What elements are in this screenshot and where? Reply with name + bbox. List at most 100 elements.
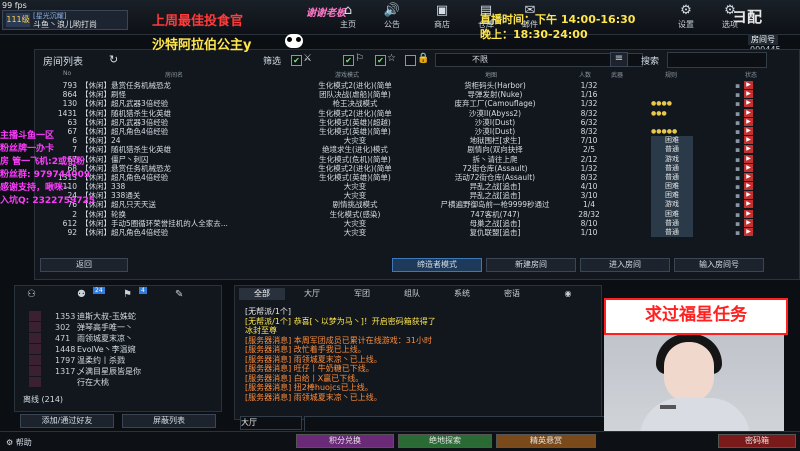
difficulty-badge: 困难 (651, 182, 693, 192)
chat-tab[interactable]: 系统 (439, 288, 485, 300)
room-play-icon[interactable]: ▶ (744, 228, 753, 236)
list-item[interactable]: 1353 迪斯大叔-玉姝蛇 (21, 311, 221, 322)
table-row[interactable]: 1431 【休闲】随机猎杀生化英雄 生化模式2(进化)(简单 沙漠II(Abyss2)… (45, 108, 799, 118)
chat-channel-select[interactable]: 大厅 (240, 416, 302, 430)
bottom-button[interactable]: 精英悬赏 (496, 434, 596, 448)
room-play-icon[interactable]: ▶ (744, 99, 753, 108)
room-play-icon[interactable]: ▶ (744, 172, 753, 181)
eye-icon[interactable]: ◉ (553, 288, 583, 300)
nav-label: 主页 (340, 20, 356, 29)
block-list-button[interactable]: 屏蔽列表 (122, 414, 216, 428)
filter-checkbox-2[interactable]: ✔ (343, 55, 354, 66)
room-map: 747客机(747) (470, 209, 520, 219)
room-play-icon[interactable]: ▶ (744, 117, 753, 126)
room-play-icon[interactable]: ▶ (744, 209, 753, 218)
header-no: No (63, 70, 72, 77)
table-row[interactable]: 793 【休闲】悬赏任务机械恐龙 生化模式2(进化)(简单 货柜码头(Harbor) 1… (45, 81, 799, 90)
nav-shop-button[interactable]: ▣ 商店 (424, 2, 460, 32)
help-button[interactable]: ⚙ 帮助 (6, 437, 32, 448)
table-row[interactable]: 6 【休闲】24 大灾变 地狱围栏[求生] 7/10 困难 ▪ ▶ (45, 136, 799, 146)
friends-tab-person[interactable]: ⚇ (27, 289, 45, 300)
player-card[interactable]: 111级 [星光沉耀] 斗鱼丶浪儿哟打尚 (2, 10, 128, 30)
chat-tab[interactable]: 大厅 (289, 288, 335, 300)
difficulty-badge: 困难 (651, 136, 693, 146)
room-play-icon[interactable]: ▶ (744, 126, 753, 135)
streamer-info-line: 房 管一飞机:2或钻粉 (0, 157, 85, 167)
list-item[interactable]: 1448 EvolVe丶李温婉 (21, 344, 221, 355)
room-play-icon[interactable]: ▶ (744, 154, 753, 163)
table-row[interactable]: 92 【休闲】超凡角色4倍经验 大灾变 复仇联盟[追击] 1/10 普通 ▪ ▶ (45, 228, 799, 238)
table-row[interactable]: 67 【休闲】超凡角色4倍经验 生化模式(英雄)(简单) 沙漠I(Dust) 8/32 ●… (45, 126, 799, 136)
search-input[interactable] (667, 52, 767, 68)
back-button[interactable]: 返回 (40, 258, 128, 272)
nav-gear-button[interactable]: ⚙ 选项 (712, 2, 748, 32)
enter-room-number-button[interactable]: 输入房间号 (674, 258, 764, 272)
room-mode: 大灾变 (343, 136, 367, 146)
chat-tab[interactable]: 组队 (389, 288, 435, 300)
add-friend-button[interactable]: 添加/通过好友 (20, 414, 114, 428)
table-row[interactable]: 7 【休闲】随机猎杀生化英雄 绝境求生(进化)模式 剧情向(双向抉择 2/5 普通 ▪ ▶ (45, 145, 799, 155)
bottom-button[interactable]: 绝地探索 (398, 434, 492, 448)
room-count: 2/5 (582, 145, 596, 155)
friends-tab-edit[interactable]: ✎ (175, 289, 193, 300)
table-row[interactable]: 67【休闲】僵尸丶刺囚生化模式(危机)(简单)拆丶请往上爬2/12●●游戏▪▶ (45, 154, 799, 164)
room-play-icon[interactable]: ▶ (744, 90, 753, 99)
room-play-icon[interactable]: ▶ (744, 145, 753, 154)
room-play-icon[interactable]: ▶ (744, 163, 753, 172)
room-mode: 团队决战(虐船)(简单) (319, 90, 391, 100)
filter-checkbox-4[interactable] (405, 55, 416, 66)
room-play-icon[interactable]: ▶ (744, 136, 753, 145)
nav-settings-button[interactable]: ⚙ 设置 (668, 2, 704, 32)
create-room-button[interactable]: 新建房间 (486, 258, 576, 272)
room-play-icon[interactable]: ▶ (744, 200, 753, 209)
room-play-icon[interactable]: ▶ (744, 108, 753, 117)
bottom-button[interactable]: 积分兑换 (296, 434, 394, 448)
room-mode: 生化模式(感染) (329, 209, 381, 219)
table-row[interactable]: 612 【休闲】手动5圈循环荣誉挂机的人全家去... 大灾变 母巢之战[追击] 8/10… (45, 218, 799, 229)
creator-mode-button[interactable]: 缔造者模式 (392, 258, 482, 272)
room-play-icon[interactable]: ▶ (744, 81, 753, 89)
table-row[interactable]: 76 【休闲】超凡只天天送 剧情挑战模式 尸横遍野御岛前一枪9999秒通过 1/4 游戏 ▪… (45, 200, 799, 210)
room-mode: 生化模式2(进化)(简单 (318, 163, 392, 173)
table-row[interactable]: 2 【休闲】轮换 生化模式(感染) 747客机(747) 28/32 困难 ▪ ▶ (45, 209, 799, 219)
table-row[interactable]: 68 【休闲】悬赏任务机械恐龙 生化模式2(进化)(简单 72街仓库(Assault)… (45, 163, 799, 173)
list-item[interactable]: 1317 乄满目星辰皆是你 (21, 366, 221, 377)
table-row[interactable]: 110 【休闲】338 大灾变 异乱之战[追击] 4/10 困难 ▪ ▶ (45, 182, 799, 192)
menu-icon[interactable]: ≡ (610, 52, 628, 67)
help-icon: ⚙ (6, 438, 16, 447)
nav-home-button[interactable]: ⌂ 主页 (330, 2, 366, 32)
table-row[interactable]: 24 【休闲】338通关 大灾变 异乱之战[追击] 3/10 困难 ▪ ▶ (45, 191, 799, 201)
nav-bag-button[interactable]: ▤ 仓库 (468, 2, 504, 32)
search-label: 搜索 (641, 57, 660, 67)
list-item[interactable]: 302 弹琴高手唯一丶 (21, 322, 221, 333)
chat-input[interactable] (304, 416, 610, 432)
chat-tab[interactable]: 军团 (339, 288, 385, 300)
room-play-icon[interactable]: ▶ (744, 191, 753, 200)
table-row[interactable]: 130 【休闲】超凡武器3倍经验 枪王决战模式 废弃工厂(Camouflage) 1/3… (45, 99, 799, 108)
table-row[interactable]: 63 【休闲】超凡武器3倍经验 生化模式(英雄)(超越) 沙漠I(Dust) 6/32 ▪… (45, 117, 799, 127)
filter-checkbox-1[interactable]: ✔ (291, 55, 302, 66)
chat-tab[interactable]: 全部 (239, 288, 285, 300)
room-mode: 大灾变 (343, 228, 367, 237)
table-row[interactable]: 1313 【休闲】超凡角色4倍经验 生化模式(英雄)(简单) 活动72街仓库(Assa… (45, 172, 799, 183)
nav-label: 公告 (384, 20, 400, 29)
nav-speaker-button[interactable]: 🔊 公告 (374, 2, 410, 32)
friend-name: 乄满目星辰皆是你 (77, 367, 141, 376)
enter-room-button[interactable]: 进入房间 (580, 258, 670, 272)
room-play-icon[interactable]: ▶ (744, 218, 753, 227)
offline-count[interactable]: 离线 (214) (23, 394, 63, 405)
room-play-icon[interactable]: ▶ (744, 182, 753, 191)
chat-tab[interactable]: 密语 (489, 288, 535, 300)
avatar (29, 322, 41, 332)
difficulty-badge: 普通 (651, 218, 693, 229)
list-item[interactable]: 1797 温柔约丨杀戮 (21, 355, 221, 366)
table-row[interactable]: 864 【休闲】刷怪 团队决战(虐船)(简单) 导弹发射(Nuke) 1/16 ▪ ▶ (45, 90, 799, 99)
refresh-icon[interactable]: ↻ (109, 53, 118, 66)
room-count: 28/32 (578, 209, 600, 219)
list-item[interactable]: 471 雨领城夏末凉丶 (21, 333, 221, 344)
filter-checkbox-3[interactable]: ✔ (375, 55, 386, 66)
difficulty-badge: 游戏 (651, 200, 693, 210)
nav-mail-button[interactable]: ✉ 邮件 (512, 2, 548, 32)
list-item[interactable]: 行在大桃 (21, 377, 221, 388)
bottom-button[interactable]: 密码箱 (718, 434, 796, 448)
